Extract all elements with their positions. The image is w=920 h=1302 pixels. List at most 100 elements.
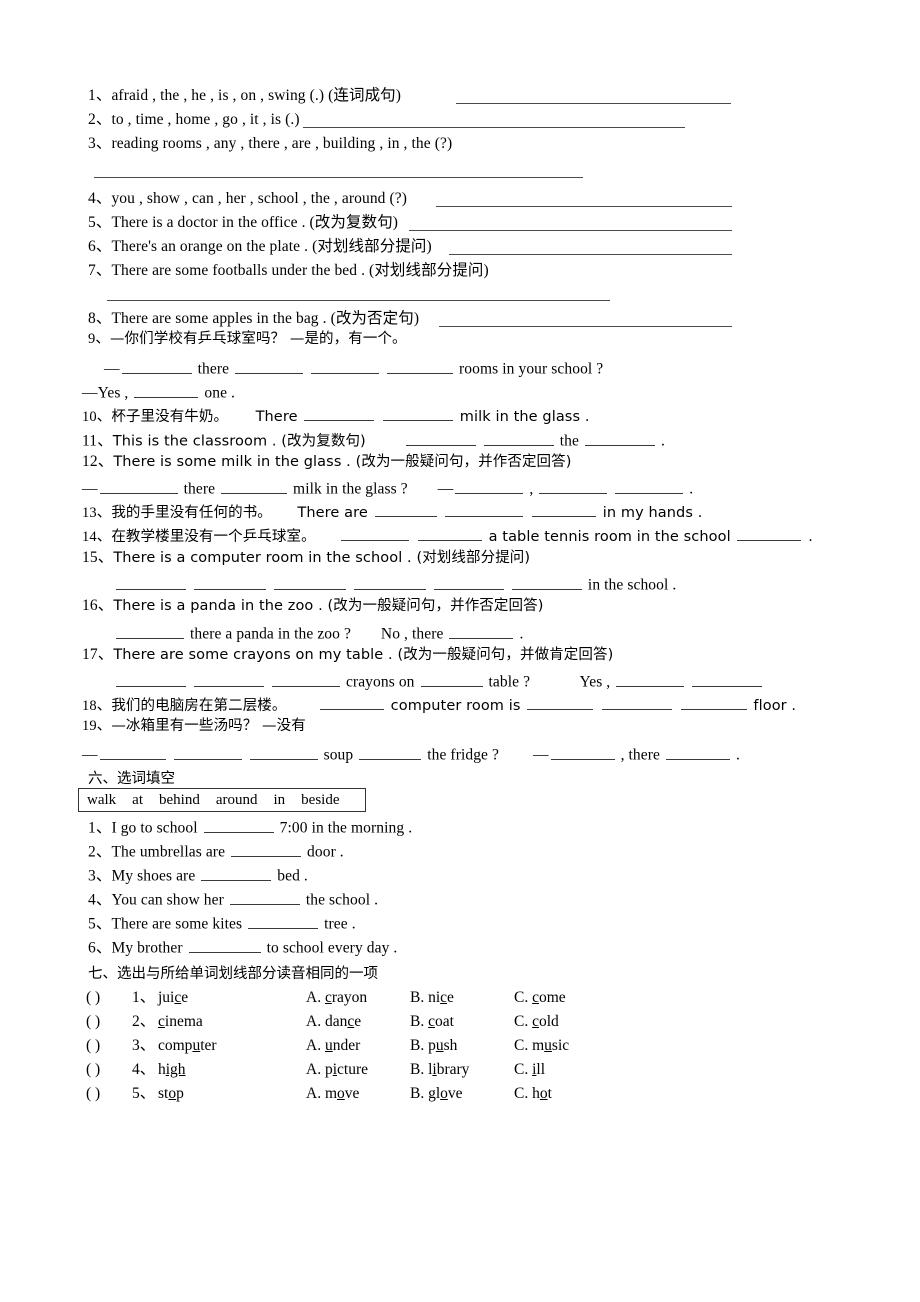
- answer-rule-4[interactable]: [436, 206, 732, 207]
- blank-field[interactable]: [188, 937, 261, 953]
- answer-bracket[interactable]: ( ): [86, 1013, 132, 1031]
- blank-field[interactable]: [231, 841, 302, 857]
- question-item-9-answer-a: — there rooms in your school ?: [104, 358, 603, 377]
- option-b[interactable]: B. glove: [410, 1085, 514, 1103]
- answer-text: There are: [297, 504, 368, 521]
- blank-field[interactable]: [737, 526, 802, 541]
- blank-field[interactable]: [248, 913, 319, 929]
- dash-marker: —: [104, 360, 120, 378]
- answer-text: there: [197, 360, 230, 378]
- blank-field[interactable]: [449, 623, 514, 639]
- option-c[interactable]: C. hot: [514, 1085, 618, 1103]
- blank-field[interactable]: [173, 744, 242, 760]
- blank-field[interactable]: [374, 502, 437, 517]
- item-number: 1、: [88, 87, 112, 104]
- option-a[interactable]: A. dance: [306, 1013, 410, 1031]
- blank-field[interactable]: [235, 358, 304, 374]
- blank-field[interactable]: [539, 478, 608, 494]
- answer-rule-1[interactable]: [456, 103, 731, 104]
- blank-field[interactable]: [271, 671, 340, 687]
- answer-rule-6[interactable]: [449, 254, 732, 255]
- dash-marker: —: [437, 480, 454, 498]
- blank-field[interactable]: [193, 574, 266, 590]
- blank-field[interactable]: [445, 502, 524, 517]
- blank-field[interactable]: [417, 526, 482, 541]
- blank-field[interactable]: [527, 695, 594, 710]
- item-text: There is some milk in the glass . (改为一般疑…: [113, 454, 572, 470]
- option-c[interactable]: C. ill: [514, 1061, 618, 1079]
- blank-field[interactable]: [420, 671, 483, 687]
- blank-field[interactable]: [615, 478, 684, 494]
- blank-field[interactable]: [229, 889, 300, 905]
- option-c[interactable]: C. come: [514, 989, 618, 1007]
- blank-field[interactable]: [550, 744, 615, 760]
- blank-field[interactable]: [601, 695, 672, 710]
- blank-field[interactable]: [99, 478, 178, 494]
- blank-field[interactable]: [121, 358, 192, 374]
- option-a[interactable]: A. under: [306, 1037, 410, 1055]
- blank-field[interactable]: [433, 574, 504, 590]
- blank-field[interactable]: [692, 671, 763, 687]
- blank-field[interactable]: [203, 817, 274, 833]
- answer-rule-7[interactable]: [107, 300, 610, 301]
- word-bank-item-around[interactable]: around: [216, 792, 258, 809]
- blank-field[interactable]: [116, 574, 186, 590]
- item-text-before: My shoes are: [111, 867, 196, 885]
- mc-row-3: ( ) 3、 computer A. under B. push C. music: [86, 1033, 618, 1055]
- blank-field[interactable]: [616, 671, 685, 687]
- blank-field[interactable]: [311, 358, 380, 374]
- blank-field[interactable]: [585, 430, 655, 446]
- option-c[interactable]: C. cold: [514, 1013, 618, 1031]
- word-bank-item-walk[interactable]: walk: [87, 792, 116, 809]
- answer-text: in my hands .: [602, 504, 703, 521]
- answer-text: There: [255, 408, 298, 425]
- option-a[interactable]: A. picture: [306, 1061, 410, 1079]
- blank-field[interactable]: [383, 406, 454, 421]
- answer-rule-8[interactable]: [439, 326, 732, 327]
- blank-field[interactable]: [201, 865, 272, 881]
- blank-field[interactable]: [405, 430, 476, 446]
- word-bank-item-beside[interactable]: beside: [301, 792, 339, 809]
- blank-field[interactable]: [532, 502, 597, 517]
- blank-field[interactable]: [387, 358, 454, 374]
- blank-field[interactable]: [359, 744, 422, 760]
- blank-field[interactable]: [116, 671, 186, 687]
- blank-field[interactable]: [319, 695, 384, 710]
- answer-bracket[interactable]: ( ): [86, 1037, 132, 1055]
- word-bank-item-at[interactable]: at: [132, 792, 143, 809]
- question-item-11: 11、This is the classroom . (改为复数句) the .: [82, 430, 665, 449]
- option-b[interactable]: B. library: [410, 1061, 514, 1079]
- answer-rule-5[interactable]: [409, 230, 732, 231]
- word-bank-item-behind[interactable]: behind: [159, 792, 200, 809]
- answer-text: one .: [204, 384, 236, 402]
- answer-text: Yes ,: [579, 673, 611, 691]
- blank-field[interactable]: [353, 574, 426, 590]
- option-b[interactable]: B. push: [410, 1037, 514, 1055]
- answer-rule-2[interactable]: [303, 127, 685, 128]
- option-b[interactable]: B. nice: [410, 989, 514, 1007]
- option-a[interactable]: A. move: [306, 1085, 410, 1103]
- blank-field[interactable]: [134, 382, 199, 398]
- blank-field[interactable]: [249, 744, 318, 760]
- blank-field[interactable]: [116, 623, 184, 639]
- option-b[interactable]: B. coat: [410, 1013, 514, 1031]
- answer-bracket[interactable]: ( ): [86, 989, 132, 1007]
- blank-field[interactable]: [455, 478, 524, 494]
- option-c[interactable]: C. music: [514, 1037, 618, 1055]
- blank-field[interactable]: [273, 574, 346, 590]
- blank-field[interactable]: [665, 744, 730, 760]
- blank-field[interactable]: [221, 478, 288, 494]
- answer-bracket[interactable]: ( ): [86, 1085, 132, 1103]
- option-a[interactable]: A. crayon: [306, 989, 410, 1007]
- blank-field[interactable]: [680, 695, 747, 710]
- blank-field[interactable]: [304, 406, 375, 421]
- blank-field[interactable]: [193, 671, 264, 687]
- blank-field[interactable]: [341, 526, 410, 541]
- blank-field[interactable]: [483, 430, 554, 446]
- word-bank-item-in[interactable]: in: [273, 792, 285, 809]
- blank-field[interactable]: [511, 574, 582, 590]
- item-text: 我的手里没有任何的书。: [111, 504, 272, 521]
- answer-rule-3[interactable]: [94, 177, 583, 178]
- answer-bracket[interactable]: ( ): [86, 1061, 132, 1079]
- blank-field[interactable]: [99, 744, 166, 760]
